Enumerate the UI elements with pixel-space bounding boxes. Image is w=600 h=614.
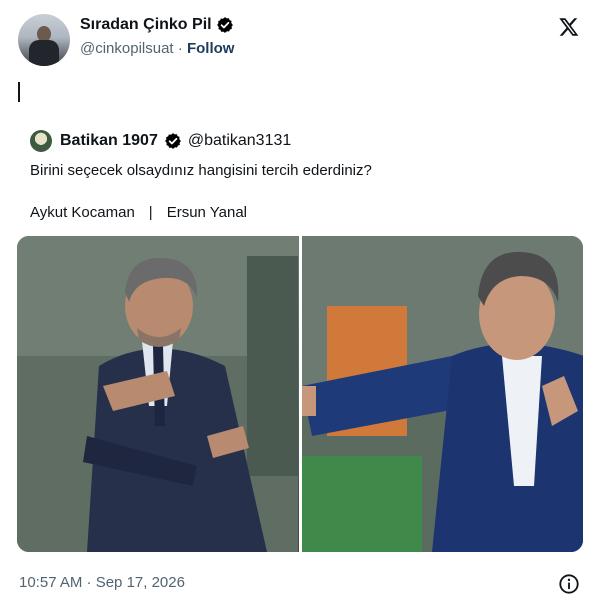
photo-left-illustration <box>17 236 298 552</box>
tweet-header: Sıradan Çinko Pil @cinkopilsuat · Follow <box>16 12 584 68</box>
media-photo-right[interactable] <box>301 236 583 552</box>
quoted-author-name[interactable]: Batikan 1907 <box>60 132 158 150</box>
verified-badge-icon <box>216 17 233 33</box>
verified-badge-icon <box>164 133 181 149</box>
quoted-tweet-text: Birini seçecek olsaydınız hangisini terc… <box>30 162 372 179</box>
tweet-timestamp[interactable]: 10:57 AM · Sep 17, 2026 <box>19 574 185 591</box>
media-photo-left[interactable] <box>17 236 299 552</box>
option-a: Aykut Kocaman <box>30 204 135 221</box>
text-cursor <box>18 82 20 102</box>
x-logo-icon[interactable] <box>558 16 580 38</box>
author-handle-row: @cinkopilsuat · Follow <box>80 40 234 57</box>
author-display-name[interactable]: Sıradan Çinko Pil <box>80 16 212 34</box>
photo-right-illustration <box>301 236 583 552</box>
quoted-options: Aykut Kocaman | Ersun Yanal <box>30 204 247 221</box>
option-b: Ersun Yanal <box>166 204 248 221</box>
follow-button[interactable]: Follow <box>187 40 235 57</box>
media-grid <box>17 236 583 552</box>
info-icon[interactable] <box>558 573 580 595</box>
option-divider: | <box>148 204 153 221</box>
author-display-name-row[interactable]: Sıradan Çinko Pil <box>80 16 234 34</box>
quoted-author-avatar[interactable] <box>30 130 52 152</box>
quoted-author-row: Batikan 1907 @batikan3131 <box>60 132 291 150</box>
author-avatar[interactable] <box>18 14 70 66</box>
handle-separator: · <box>177 40 183 57</box>
author-names: Sıradan Çinko Pil @cinkopilsuat · Follow <box>80 16 234 57</box>
quoted-author-handle[interactable]: @batikan3131 <box>188 132 291 150</box>
author-handle[interactable]: @cinkopilsuat <box>80 40 174 57</box>
